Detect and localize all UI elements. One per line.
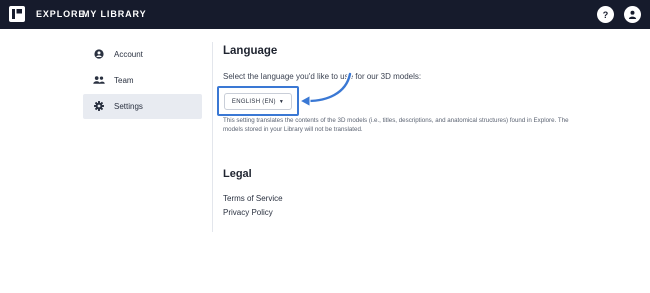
help-button[interactable]: ? [597, 6, 614, 23]
team-icon [93, 74, 105, 86]
language-note: This setting translates the contents of … [223, 117, 569, 133]
account-icon [93, 48, 105, 60]
sidebar-item-team[interactable]: Team [83, 68, 202, 93]
privacy-policy-link[interactable]: Privacy Policy [223, 208, 273, 217]
language-heading: Language [223, 45, 278, 57]
user-icon [628, 10, 637, 19]
sidebar-item-label: Account [114, 50, 143, 59]
nav-my-library[interactable]: MY LIBRARY [82, 9, 147, 19]
terms-of-service-link[interactable]: Terms of Service [223, 194, 283, 203]
sidebar-item-account[interactable]: Account [83, 42, 202, 67]
vertical-divider [212, 42, 213, 232]
legal-heading: Legal [223, 168, 252, 180]
sidebar-item-settings[interactable]: Settings [83, 94, 202, 119]
language-prompt: Select the language you'd like to use fo… [223, 72, 422, 81]
user-menu-button[interactable] [624, 6, 641, 23]
sidebar-item-label: Settings [114, 102, 143, 111]
nav-explore[interactable]: EXPLORE [36, 9, 85, 19]
caret-down-icon: ▼ [278, 98, 285, 105]
sidebar-item-label: Team [114, 76, 134, 85]
language-selected-value: ENGLISH (EN) [231, 98, 276, 105]
logo-icon[interactable] [9, 6, 25, 22]
language-dropdown[interactable]: ENGLISH (EN) ▼ [224, 93, 292, 110]
gear-icon [93, 100, 105, 112]
top-navigation-bar: EXPLORE MY LIBRARY ? [0, 0, 650, 29]
help-icon: ? [602, 9, 609, 20]
